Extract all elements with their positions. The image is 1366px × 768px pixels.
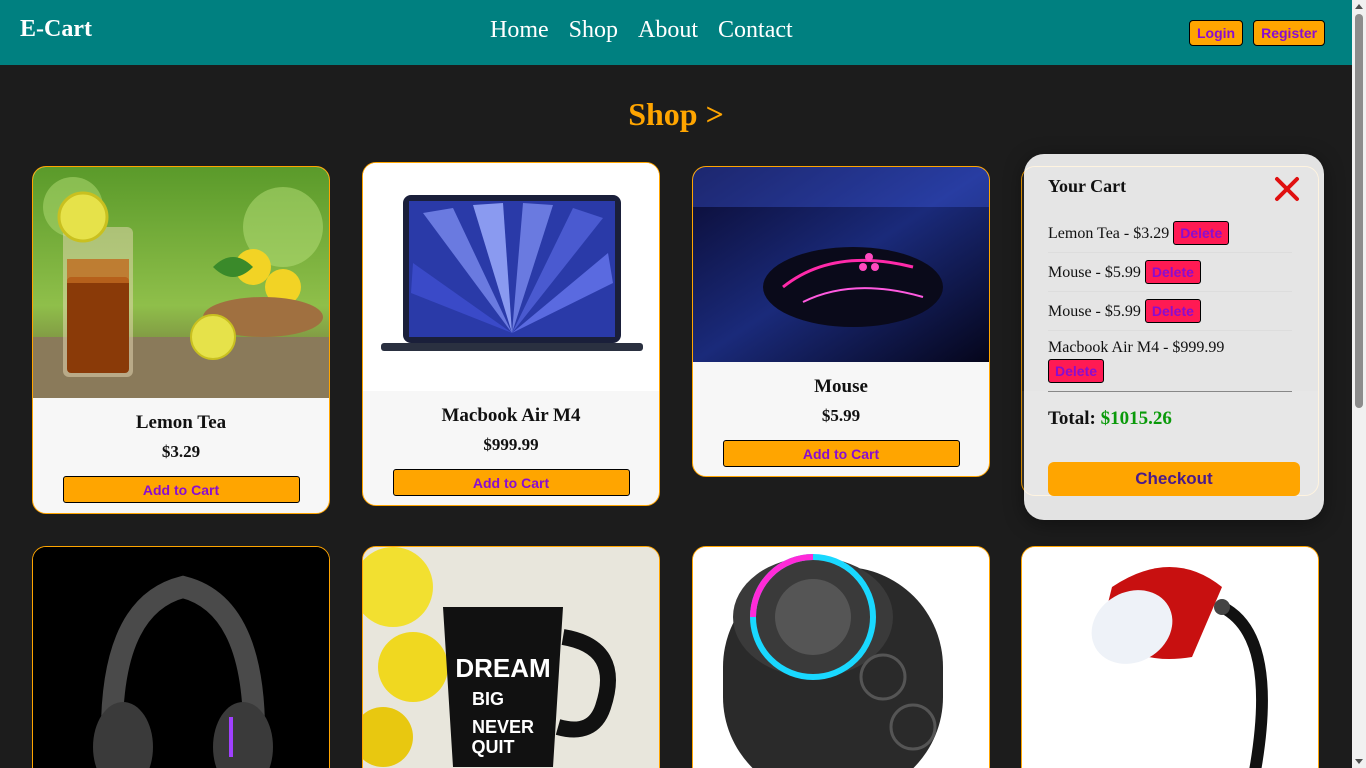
product-card-lemon-tea: Lemon Tea $3.29 Add to Cart	[32, 166, 330, 514]
cart-item-label: Macbook Air M4 - $999.99	[1048, 339, 1225, 356]
delete-button[interactable]: Delete	[1144, 260, 1201, 284]
svg-text:QUIT: QUIT	[472, 737, 515, 757]
cart-item-label: Mouse - $5.99	[1048, 264, 1141, 281]
product-card-headphones	[32, 546, 330, 768]
cart-total-label: Total:	[1048, 408, 1096, 429]
register-button[interactable]: Register	[1253, 20, 1326, 46]
product-price: $999.99	[483, 435, 539, 454]
nav-links: Home Shop About Contact	[490, 17, 793, 44]
login-button[interactable]: Login	[1189, 20, 1244, 46]
nav-link-home[interactable]: Home	[490, 17, 549, 44]
cart-title: Your Cart	[1048, 176, 1127, 196]
delete-button[interactable]: Delete	[1144, 299, 1201, 323]
lemon-tea-image	[33, 167, 329, 398]
product-name: Lemon Tea	[135, 412, 227, 433]
cart-item-label: Mouse - $5.99	[1048, 303, 1141, 320]
add-to-cart-button[interactable]: Add to Cart	[392, 469, 630, 496]
product-name: Mouse	[814, 376, 868, 397]
svg-text:NEVER: NEVER	[472, 717, 534, 737]
scroll-up-arrow-icon[interactable]	[1355, 4, 1363, 9]
navbar: E-Cart Home Shop About Contact Login Reg…	[0, 0, 1352, 65]
product-card-mouse: Mouse $5.99 Add to Cart	[692, 166, 990, 477]
cart-total: Total: $1015.26	[1048, 408, 1292, 430]
macbook-image	[363, 163, 659, 391]
cart-item: Lemon Tea - $3.29 Delete	[1048, 217, 1292, 253]
cart-total-value: $1015.26	[1100, 408, 1172, 429]
svg-text:BIG: BIG	[472, 689, 504, 709]
scroll-thumb[interactable]	[1355, 14, 1363, 408]
product-name: Macbook Air M4	[441, 405, 581, 426]
headphones-image	[33, 547, 329, 768]
product-card-lamp	[1021, 546, 1319, 768]
lamp-image	[1022, 547, 1318, 768]
mug-image: DREAM BIG NEVER QUIT	[363, 547, 659, 768]
cart-panel: Your Cart Lemon Tea - $3.29 Delete Mouse…	[1024, 154, 1324, 520]
nav-link-shop[interactable]: Shop	[569, 17, 618, 44]
add-to-cart-button[interactable]: Add to Cart	[722, 440, 960, 467]
checkout-button[interactable]: Checkout	[1048, 462, 1300, 496]
mouse-image	[693, 167, 989, 362]
close-icon[interactable]	[1274, 176, 1300, 202]
cart-item: Macbook Air M4 - $999.99 Delete	[1048, 331, 1292, 392]
scroll-down-arrow-icon[interactable]	[1355, 759, 1363, 764]
add-to-cart-button[interactable]: Add to Cart	[62, 476, 300, 503]
shop-heading: Shop >	[628, 96, 724, 132]
cart-item: Mouse - $5.99 Delete	[1048, 292, 1292, 331]
brand-logo[interactable]: E-Cart	[20, 16, 92, 43]
delete-button[interactable]: Delete	[1048, 359, 1105, 383]
cart-item-label: Lemon Tea - $3.29	[1048, 225, 1170, 242]
product-price: $3.29	[161, 442, 201, 461]
auth-buttons: Login Register	[1189, 20, 1326, 46]
product-card-macbook: Macbook Air M4 $999.99 Add to Cart	[362, 162, 660, 506]
product-card-mug: DREAM BIG NEVER QUIT	[362, 546, 660, 768]
svg-text:DREAM: DREAM	[455, 653, 550, 683]
page-scrollbar[interactable]	[1352, 0, 1366, 768]
nav-link-about[interactable]: About	[638, 17, 698, 44]
delete-button[interactable]: Delete	[1173, 221, 1230, 245]
nav-link-contact[interactable]: Contact	[718, 17, 793, 44]
product-card-speaker	[692, 546, 990, 768]
cart-item: Mouse - $5.99 Delete	[1048, 253, 1292, 292]
product-price: $5.99	[821, 406, 861, 425]
speaker-image	[693, 547, 989, 768]
